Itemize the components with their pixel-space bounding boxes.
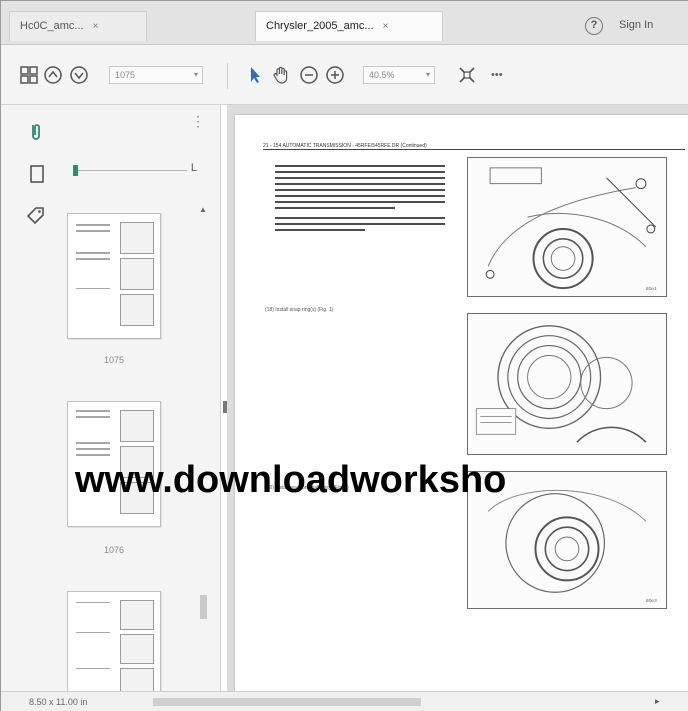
attachments-icon[interactable] — [25, 121, 47, 143]
zoom-out-icon[interactable] — [299, 65, 319, 85]
help-icon[interactable]: ? — [585, 17, 603, 35]
horizontal-scrollbar[interactable]: 8.50 x 11.00 in ▸ — [1, 691, 688, 711]
thumb-figure — [120, 410, 154, 442]
thumb-text-line — [76, 602, 110, 603]
thumbnail-page-label: 1076 — [103, 545, 125, 555]
page-number-value: 1075 — [115, 70, 136, 80]
slider-handle[interactable] — [73, 165, 78, 176]
tab-bar: Hc0C_amc... × Chrysler_2005_amc... × ? S… — [1, 1, 688, 45]
thumb-text-line — [76, 448, 110, 450]
page-thumbnails-icon[interactable] — [19, 65, 39, 85]
slider-track — [73, 170, 187, 171]
zoom-level-value: 40.5% — [369, 70, 395, 80]
thumb-text-line — [76, 632, 110, 633]
figure-id: 80e3 — [646, 598, 657, 604]
page-header: 21 - 154 AUTOMATIC TRANSMISSION - 45RFE/… — [263, 143, 685, 150]
thumb-text-line — [76, 410, 110, 412]
page-size-label: 8.50 x 11.00 in — [29, 697, 88, 707]
thumb-text-line — [76, 252, 110, 254]
chevron-down-icon: ▾ — [425, 70, 430, 79]
tab-document-2[interactable]: Chrysler_2005_amc... × — [255, 11, 443, 41]
thumb-text-line — [76, 230, 110, 232]
hand-tool-icon[interactable] — [271, 65, 291, 85]
toolbar: 1075 ▾ 40.5% ▾ ••• — [1, 45, 688, 105]
figure-id: 80e1 — [646, 286, 657, 292]
scrollbar-thumb[interactable] — [200, 595, 207, 619]
thumbnail-scrollbar[interactable]: ▲ ▼ — [197, 205, 209, 706]
tab-close-icon[interactable]: × — [383, 21, 389, 32]
thumbnail-panel: ⋮ L 1075 1076 ▲ — [57, 105, 221, 711]
thumb-figure — [120, 222, 154, 254]
fit-page-icon[interactable] — [457, 65, 477, 85]
page-up-icon[interactable] — [43, 65, 63, 85]
thumb-text-line — [76, 668, 110, 669]
tag-icon[interactable] — [25, 205, 47, 227]
panel-options-icon[interactable]: ⋮ — [191, 113, 205, 130]
page-number-input[interactable]: 1075 ▾ — [109, 66, 203, 84]
thumb-figure — [120, 258, 154, 290]
scrollbar-thumb[interactable] — [153, 698, 421, 706]
tab-document-1[interactable]: Hc0C_amc... × — [9, 11, 147, 41]
chevron-down-icon: ▾ — [193, 70, 198, 79]
bookmark-page-icon[interactable] — [27, 163, 49, 185]
thumb-figure — [120, 294, 154, 326]
slider-end-label: L — [190, 162, 197, 174]
thumb-figure — [120, 600, 154, 630]
watermark-text: www.downloadworksho — [75, 459, 507, 501]
figure-1: 80e1 — [467, 157, 667, 297]
scroll-right-icon[interactable]: ▸ — [655, 696, 660, 707]
tab-label: Chrysler_2005_amc... — [266, 20, 374, 32]
zoom-level-select[interactable]: 40.5% ▾ — [363, 66, 435, 84]
sign-in-button[interactable]: Sign In — [619, 19, 653, 31]
thumb-text-line — [76, 224, 110, 226]
thumb-text-line — [76, 416, 110, 418]
step-caption: (18) Install snap ring(s) (Fig. 1) — [265, 307, 334, 313]
tab-close-icon[interactable]: × — [93, 21, 99, 32]
figure-2 — [467, 313, 667, 455]
left-tool-rail — [1, 105, 57, 711]
thumb-text-line — [76, 288, 110, 289]
scroll-up-icon[interactable]: ▲ — [199, 205, 207, 214]
thumb-text-line — [76, 442, 110, 444]
document-view[interactable]: 21 - 154 AUTOMATIC TRANSMISSION - 45RFE/… — [227, 105, 688, 711]
thumbnail-size-slider[interactable]: L — [67, 162, 197, 176]
pdf-page: 21 - 154 AUTOMATIC TRANSMISSION - 45RFE/… — [235, 115, 688, 695]
header-rule — [263, 149, 685, 150]
zoom-in-icon[interactable] — [325, 65, 345, 85]
more-tools-icon[interactable]: ••• — [491, 65, 511, 85]
page-down-icon[interactable] — [69, 65, 89, 85]
toolbar-divider — [227, 63, 228, 89]
page-thumbnail-1[interactable] — [67, 213, 161, 339]
thumb-text-line — [76, 258, 110, 260]
thumbnail-page-label: 1075 — [103, 355, 125, 365]
tab-label: Hc0C_amc... — [20, 20, 84, 32]
pdf-reader-window: Hc0C_amc... × Chrysler_2005_amc... × ? S… — [0, 0, 688, 711]
thumb-text-line — [76, 454, 110, 456]
thumb-figure — [120, 634, 154, 664]
select-cursor-icon[interactable] — [245, 65, 265, 85]
